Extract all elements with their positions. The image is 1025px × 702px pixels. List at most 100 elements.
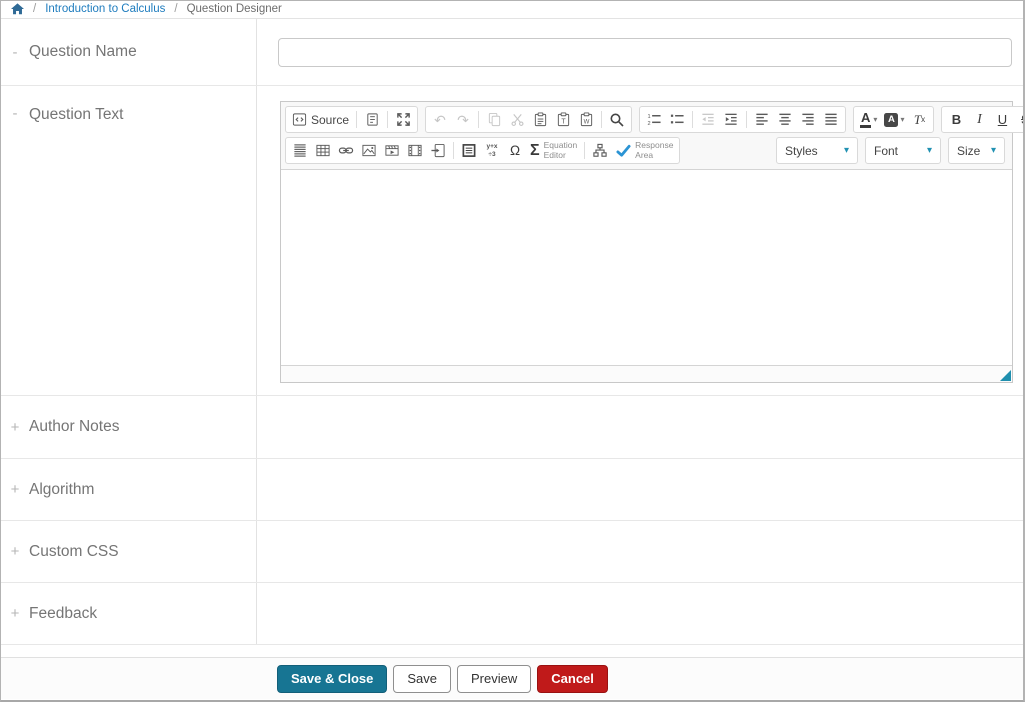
breadcrumb-current-page: Question Designer	[187, 3, 282, 15]
breadcrumb-link-course[interactable]: Introduction to Calculus	[45, 3, 165, 15]
question-name-input[interactable]	[278, 38, 1012, 67]
strikethrough-button[interactable]: S	[1017, 109, 1025, 130]
align-center-button[interactable]	[777, 109, 793, 130]
svg-text:1: 1	[647, 114, 650, 120]
font-dropdown[interactable]: Font ▾	[865, 137, 941, 164]
equation-label-line2: Editor	[544, 150, 566, 160]
redo-button[interactable]: ↷	[455, 109, 471, 130]
numbered-list-icon: 12	[646, 112, 662, 127]
numbered-list-button[interactable]: 12	[646, 109, 662, 130]
section-algorithm: + Algorithm	[1, 459, 1023, 521]
section-label: Custom CSS	[29, 543, 119, 561]
paste-plain-text-button[interactable]: T	[555, 109, 571, 130]
rich-text-editor: Source	[280, 101, 1013, 383]
indent-icon	[723, 112, 739, 127]
size-dropdown[interactable]: Size ▾	[948, 137, 1005, 164]
resize-handle[interactable]	[1000, 370, 1011, 381]
toolbar-separator	[601, 111, 602, 128]
cut-button[interactable]	[509, 109, 525, 130]
question-name-content	[257, 19, 1023, 85]
background-color-button[interactable]: A ▾	[884, 109, 904, 130]
response-area-check-icon	[615, 143, 632, 158]
styles-dropdown-label: Styles	[785, 144, 818, 158]
paste-button[interactable]	[532, 109, 548, 130]
bold-button[interactable]: B	[948, 109, 964, 130]
insert-image-button[interactable]	[361, 140, 377, 161]
div-container-button[interactable]	[461, 140, 477, 161]
underline-button[interactable]: U	[994, 109, 1010, 130]
copy-button[interactable]	[486, 109, 502, 130]
copy-icon	[487, 112, 502, 127]
align-right-button[interactable]	[800, 109, 816, 130]
styles-dropdown[interactable]: Styles ▾	[776, 137, 858, 164]
question-text-header: - Question Text	[1, 86, 257, 395]
toolbar-separator	[356, 111, 357, 128]
toolbar-separator	[387, 111, 388, 128]
breadcrumb-separator: /	[33, 3, 36, 15]
insert-media-button[interactable]	[384, 140, 400, 161]
paste-word-icon: W	[579, 112, 594, 127]
paste-text-icon: T	[556, 112, 571, 127]
math-expression-button[interactable]: y+x÷3	[484, 140, 500, 161]
response-area-button[interactable]: ResponseArea	[615, 140, 673, 161]
template-icon	[365, 112, 380, 127]
maximize-button[interactable]	[395, 109, 411, 130]
expand-toggle-icon[interactable]: +	[10, 606, 20, 621]
align-left-icon	[754, 112, 770, 127]
collapse-toggle-icon[interactable]: -	[10, 45, 20, 60]
collapse-toggle-icon[interactable]: -	[10, 106, 20, 121]
expand-toggle-icon[interactable]: +	[10, 420, 20, 435]
toolbar-row-2: y+x÷3 Ω Σ EquationEditor	[281, 135, 1012, 166]
line-spacing-button[interactable]	[292, 140, 308, 161]
source-button-label: Source	[311, 113, 349, 127]
italic-button[interactable]: I	[971, 109, 987, 130]
expand-toggle-icon[interactable]: +	[10, 482, 20, 497]
insert-link-button[interactable]	[338, 140, 354, 161]
toolbar-group-clipboard: ↶ ↷	[425, 106, 632, 133]
section-label: Question Text	[29, 106, 124, 124]
home-button[interactable]	[11, 2, 24, 15]
outdent-button[interactable]	[700, 109, 716, 130]
save-and-close-button[interactable]: Save & Close	[277, 665, 387, 693]
equation-editor-button[interactable]: Σ EquationEditor	[530, 140, 577, 161]
justify-icon	[823, 112, 839, 127]
paste-from-word-button[interactable]: W	[578, 109, 594, 130]
section-label: Feedback	[29, 605, 97, 623]
toolbar-group-insert: y+x÷3 Ω Σ EquationEditor	[285, 137, 680, 164]
equation-editor-icon: Σ	[530, 143, 540, 159]
paste-icon	[533, 112, 548, 127]
search-icon	[609, 112, 625, 128]
save-button[interactable]: Save	[393, 665, 451, 693]
preview-button[interactable]: Preview	[457, 665, 531, 693]
expand-toggle-icon[interactable]: +	[10, 544, 20, 559]
cut-icon	[510, 112, 525, 127]
templates-button[interactable]	[364, 109, 380, 130]
text-color-button[interactable]: A ▾	[860, 109, 877, 130]
find-replace-button[interactable]	[609, 109, 625, 130]
source-button[interactable]: Source	[292, 109, 349, 130]
undo-button[interactable]: ↶	[432, 109, 448, 130]
svg-text:W: W	[583, 119, 589, 126]
cancel-button[interactable]: Cancel	[537, 665, 608, 693]
section-question-text: - Question Text Source	[1, 86, 1023, 396]
editor-status-bar	[281, 365, 1012, 382]
align-left-button[interactable]	[754, 109, 770, 130]
insert-video-button[interactable]	[407, 140, 423, 161]
embed-content-button[interactable]	[430, 140, 446, 161]
div-container-icon	[461, 143, 477, 158]
toolbar-separator	[453, 142, 454, 159]
justify-button[interactable]	[823, 109, 839, 130]
special-character-button[interactable]: Ω	[507, 140, 523, 161]
custom-css-content	[257, 521, 1023, 582]
editor-content-area[interactable]	[281, 170, 1012, 365]
outdent-icon	[700, 112, 716, 127]
remove-format-button[interactable]: Tx	[911, 109, 927, 130]
footer-action-bar: Save & Close Save Preview Cancel	[1, 657, 1023, 699]
chevron-down-icon: ▾	[873, 115, 877, 124]
algorithm-variable-button[interactable]	[592, 140, 608, 161]
custom-css-header: + Custom CSS	[1, 521, 257, 582]
indent-button[interactable]	[723, 109, 739, 130]
bullet-list-button[interactable]	[669, 109, 685, 130]
section-custom-css: + Custom CSS	[1, 521, 1023, 583]
insert-table-button[interactable]	[315, 140, 331, 161]
